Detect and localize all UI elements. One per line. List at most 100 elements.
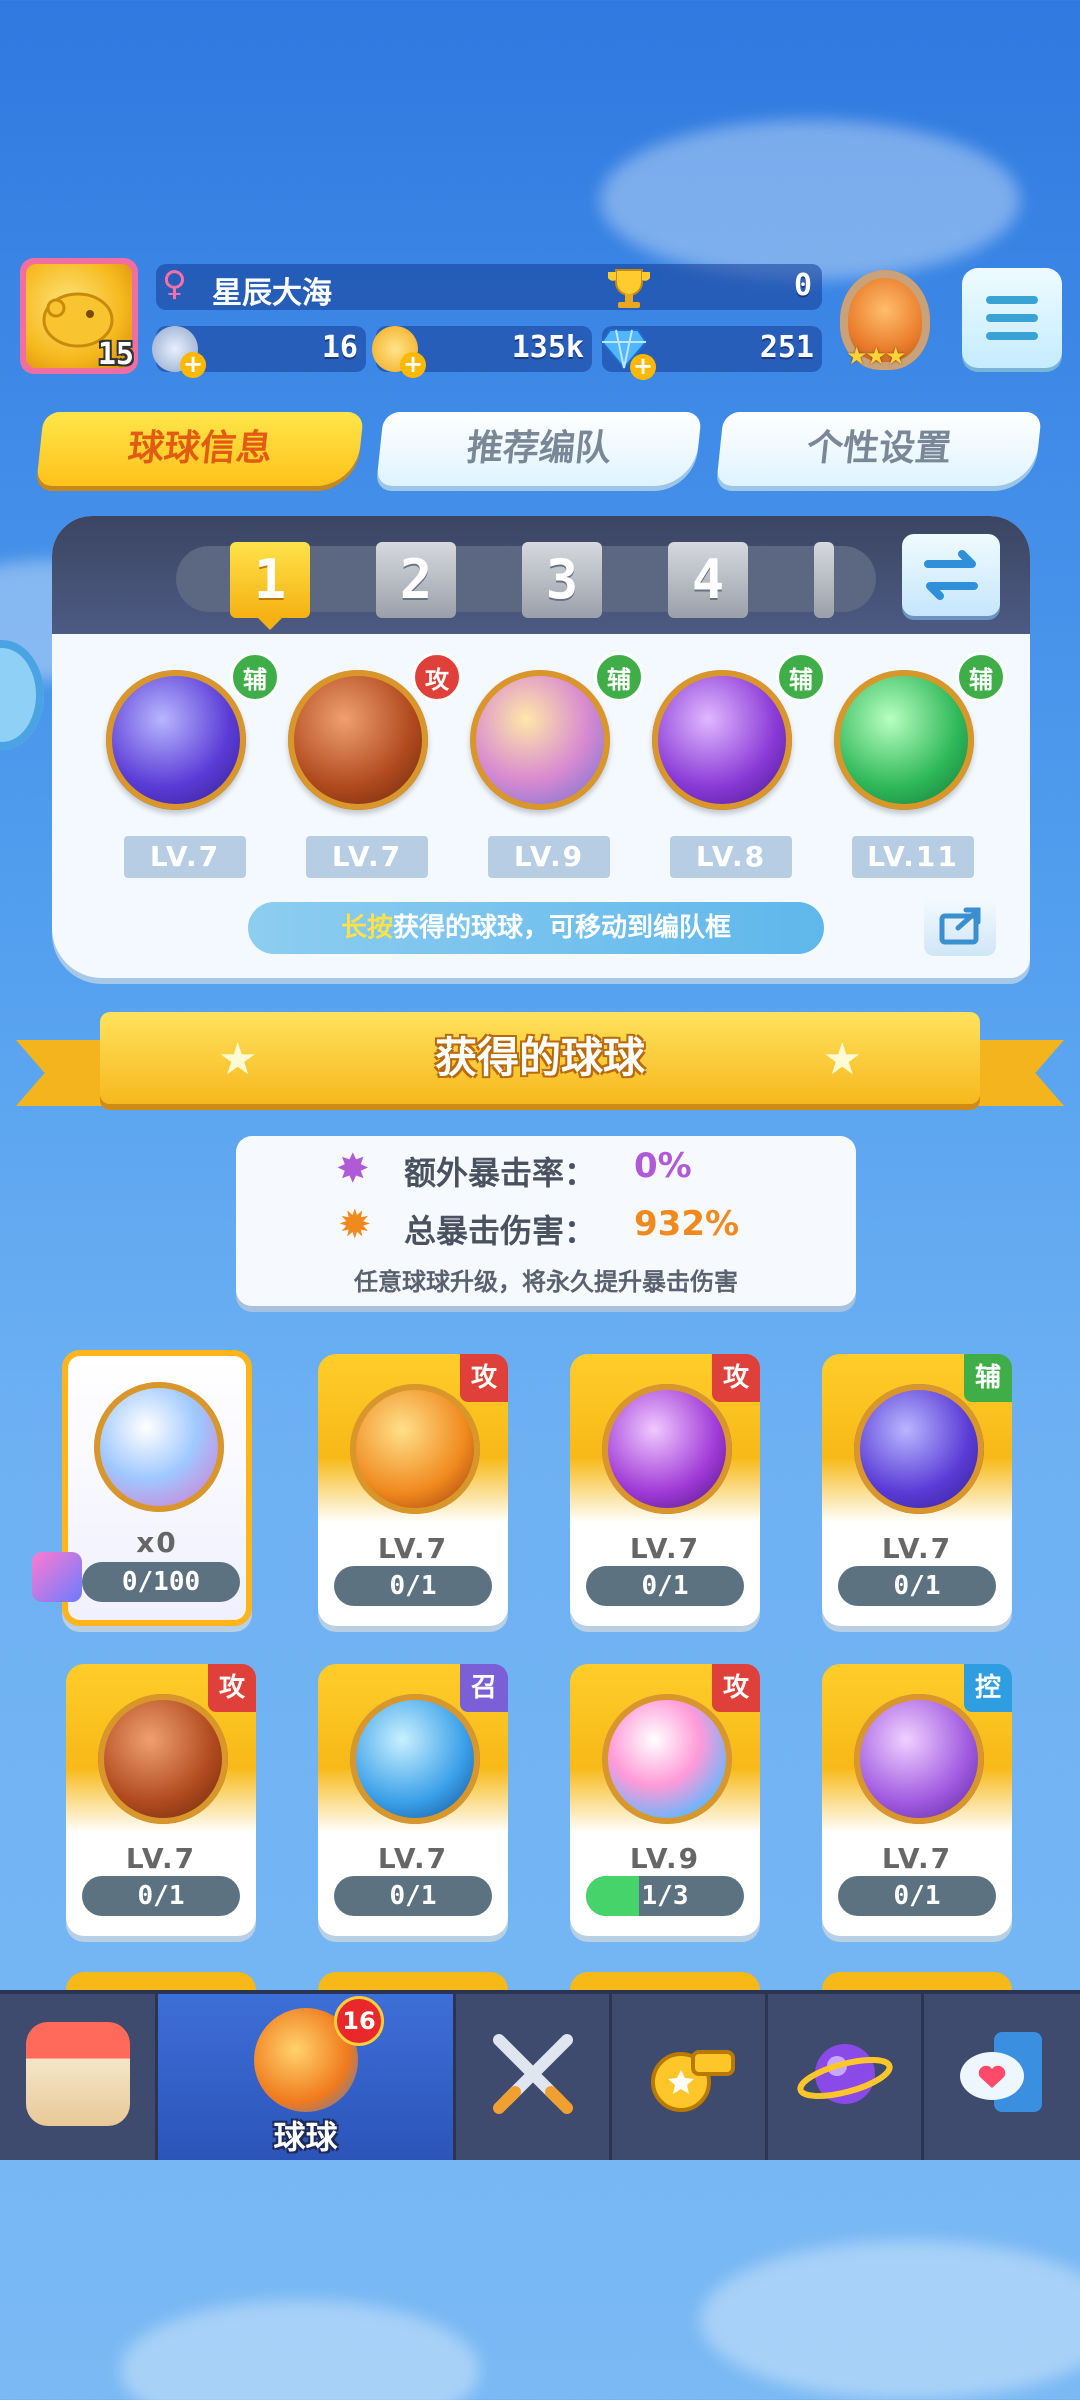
- ball-card[interactable]: 辅 LV.7 0/1: [822, 1354, 1012, 1626]
- team-slot-2[interactable]: 2: [376, 542, 456, 618]
- trophy-icon: [604, 266, 654, 314]
- ball-progress: 0/1: [586, 1566, 744, 1606]
- team-ball-2-tag: 攻: [412, 652, 462, 702]
- team-panel: 1 2 3 4 辅 LV.7 攻 LV.7 辅 LV.9 辅 LV.8 辅 LV…: [52, 516, 1030, 978]
- crit-stats-panel: ✸ 额外暴击率： 0% ✹ 总暴击伤害： 932% 任意球球升级，将永久提升暴击…: [236, 1136, 856, 1306]
- section-banner: ★ ★ 获得的球球: [100, 1012, 980, 1104]
- team-ball-3-tag: 辅: [594, 652, 644, 702]
- crystal-orb-icon: [602, 1694, 732, 1824]
- progress-text: 0/1: [137, 1881, 185, 1911]
- lightning-orb-icon: [854, 1384, 984, 1514]
- team-ball-1-tag: 辅: [230, 652, 280, 702]
- add-coins-icon[interactable]: +: [400, 352, 426, 378]
- ball-type-tag: 攻: [460, 1354, 508, 1402]
- nav-balls[interactable]: 球球 16: [158, 1994, 456, 2160]
- team-slot-3[interactable]: 3: [522, 542, 602, 618]
- tab-ball-info[interactable]: 球球信息: [36, 412, 364, 486]
- menu-button[interactable]: [962, 268, 1062, 368]
- progress-text: 0/1: [641, 1571, 689, 1601]
- coin-icon: +: [372, 326, 426, 378]
- total-crit-label: 总暴击伤害：: [404, 1212, 597, 1250]
- team-slot-5-partial[interactable]: [814, 542, 834, 618]
- ball-card[interactable]: 召 LV.7 0/1: [318, 1664, 508, 1936]
- clone-orb-icon[interactable]: [470, 670, 610, 810]
- ball-type-tag: 召: [460, 1664, 508, 1712]
- team-slot-1[interactable]: 1: [230, 542, 310, 618]
- ball-level: LV.7: [377, 1842, 449, 1875]
- nav-whistle[interactable]: [612, 1994, 768, 2160]
- shop-icon: [25, 2022, 130, 2126]
- rank-stars: ★★★: [846, 342, 907, 370]
- total-crit-value: 932%: [634, 1204, 740, 1244]
- ball-card[interactable]: 攻 LV.7 0/1: [66, 1664, 256, 1936]
- ball-type-tag: 攻: [712, 1354, 760, 1402]
- crossed-swords-icon: [481, 2022, 585, 2126]
- add-stamina-icon[interactable]: +: [180, 352, 206, 378]
- ball-type-tag: 攻: [712, 1664, 760, 1712]
- gems-bar[interactable]: + 251: [600, 326, 822, 380]
- player-level: 15: [97, 337, 134, 372]
- team-ball-1-level: LV.7: [124, 836, 246, 878]
- planet-icon: [793, 2022, 897, 2126]
- coins-count: 135k: [511, 330, 584, 365]
- swap-orb-icon: [94, 1382, 224, 1512]
- team-ball-2-level: LV.7: [306, 836, 428, 878]
- sprout-orb-icon[interactable]: [652, 670, 792, 810]
- ball-level: LV.7: [377, 1532, 449, 1565]
- progress-text: 0/1: [389, 1571, 437, 1601]
- team-slot-header: 1 2 3 4: [52, 516, 1030, 634]
- notification-badge: 16: [334, 1996, 384, 2046]
- rank-badge-icon[interactable]: ★★★: [840, 270, 930, 370]
- arrow-up-orb-icon[interactable]: [834, 670, 974, 810]
- progress-text: 0/1: [389, 1881, 437, 1911]
- ball-type-tag: 攻: [208, 1664, 256, 1712]
- nav-planet[interactable]: [768, 1994, 924, 2160]
- chat-heart-icon: [950, 2022, 1054, 2126]
- team-ball-4-level: LV.8: [670, 836, 792, 878]
- progress-text: 1/3: [641, 1881, 689, 1911]
- ball-progress: 1/3: [586, 1876, 744, 1916]
- ball-level: LV.7: [125, 1842, 197, 1875]
- lightning-orb-icon[interactable]: [106, 670, 246, 810]
- ball-progress: 0/1: [334, 1876, 492, 1916]
- ball-card[interactable]: 控 LV.7 0/1: [822, 1664, 1012, 1936]
- tab-recommended-team[interactable]: 推荐编队: [376, 412, 702, 486]
- crit-note: 任意球球升级，将永久提升暴击伤害: [354, 1268, 738, 1296]
- add-gems-icon[interactable]: +: [630, 354, 656, 380]
- ball-progress: 0/1: [838, 1566, 996, 1606]
- ball-card[interactable]: 攻 LV.7 0/1: [570, 1354, 760, 1626]
- whistle-icon: [637, 2022, 741, 2126]
- team-ball-5-level: LV.11: [852, 836, 974, 878]
- potion-orb-icon: [350, 1694, 480, 1824]
- tab-custom-settings[interactable]: 个性设置: [716, 412, 1042, 486]
- extra-crit-label: 额外暴击率：: [404, 1154, 597, 1192]
- hint-bold: 长按: [340, 913, 393, 943]
- nav-shop[interactable]: [0, 1994, 158, 2160]
- player-name-bar: ♀ 星辰大海 0: [156, 264, 822, 311]
- nav-battle[interactable]: [456, 1994, 612, 2160]
- progress-text: 0/1: [893, 1571, 941, 1601]
- crit-rate-icon: ✸: [336, 1146, 370, 1192]
- ball-progress: 0/1: [838, 1876, 996, 1916]
- active-slot-pointer: [258, 618, 282, 630]
- gender-icon: ♀: [162, 264, 187, 304]
- player-name: 星辰大海: [212, 276, 332, 311]
- hint-text: 获得的球球，可移动到编队框: [393, 913, 732, 943]
- long-press-hint: 长按获得的球球，可移动到编队框: [248, 902, 824, 954]
- player-avatar[interactable]: 15: [20, 258, 138, 374]
- ball-card[interactable]: 攻 LV.9 1/3: [570, 1664, 760, 1936]
- share-button[interactable]: [924, 896, 996, 956]
- swap-team-button[interactable]: [902, 534, 1000, 616]
- ball-card-special[interactable]: x0 0/100: [32, 1350, 252, 1626]
- coins-bar[interactable]: + 135k: [372, 326, 592, 378]
- team-slot-4[interactable]: 4: [668, 542, 748, 618]
- stamina-bar[interactable]: + 16: [152, 326, 366, 378]
- section-title: 获得的球球: [434, 1033, 645, 1082]
- ball-level: LV.9: [629, 1842, 701, 1875]
- ball-progress: 0/1: [334, 1566, 492, 1606]
- phoenix-orb-icon: [350, 1384, 480, 1514]
- piggy-bank-icon: 15: [26, 264, 134, 372]
- nav-social[interactable]: [924, 1994, 1080, 2160]
- ball-card[interactable]: 攻 LV.7 0/1: [318, 1354, 508, 1626]
- infinity-orb-icon[interactable]: [288, 670, 428, 810]
